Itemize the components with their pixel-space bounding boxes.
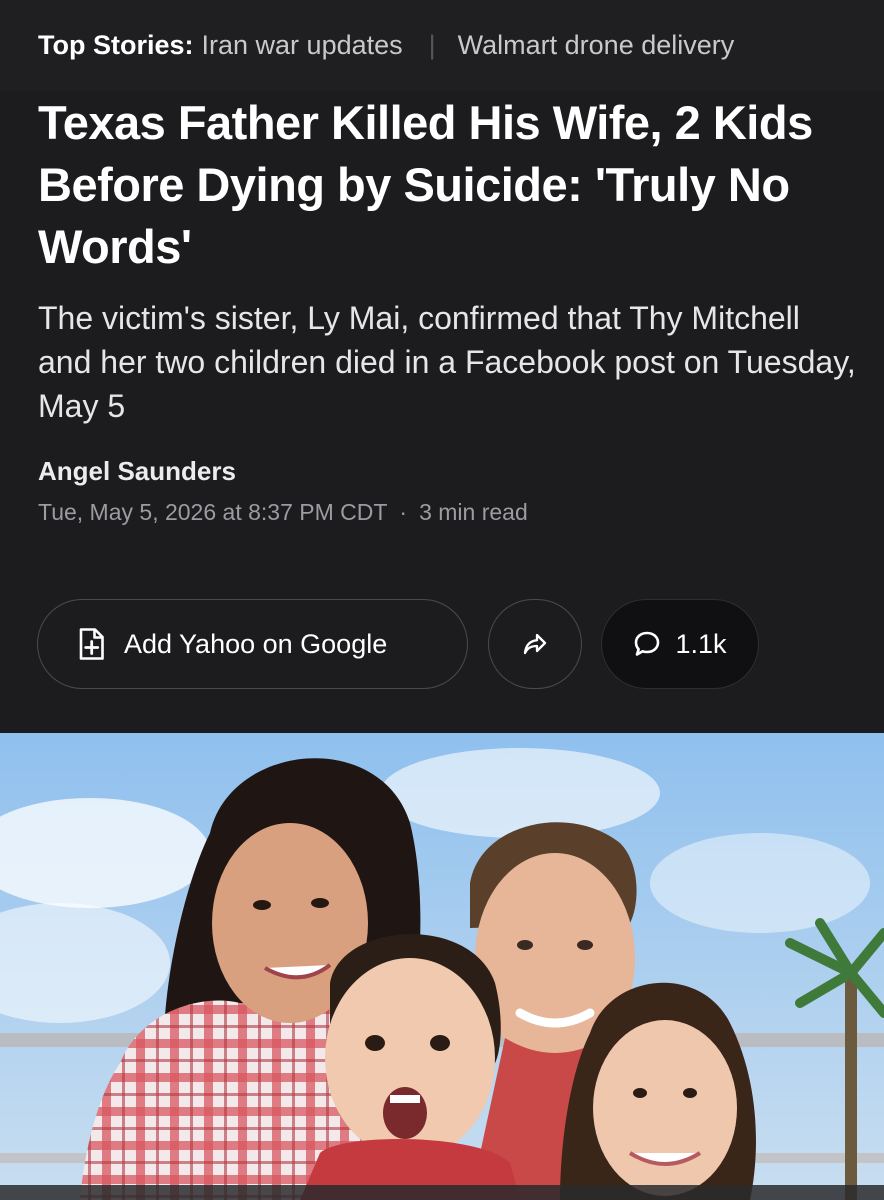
author-name[interactable]: Angel Saunders: [38, 456, 858, 487]
top-story-link[interactable]: Iran war updates: [202, 30, 403, 61]
read-time: 3 min read: [419, 499, 528, 525]
scroll-fade: [764, 0, 884, 90]
article-headline: Texas Father Killed His Wife, 2 Kids Bef…: [38, 96, 813, 273]
add-yahoo-label: Add Yahoo on Google: [124, 628, 388, 659]
article-meta: Tue, May 5, 2026 at 8:37 PM CDT · 3 min re…: [38, 499, 858, 526]
comments-button[interactable]: 1.1k: [601, 599, 759, 689]
add-yahoo-on-google-button[interactable]: Add Yahoo on Google: [37, 599, 468, 689]
share-arrow-icon: [523, 633, 547, 655]
article-header: Texas Father Killed His Wife, 2 Kids Bef…: [38, 92, 858, 526]
add-document-icon: [78, 628, 104, 660]
share-button[interactable]: [488, 599, 582, 689]
comment-count: 1.1k: [675, 628, 727, 659]
publish-date: Tue, May 5, 2026 at 8:37 PM CDT: [38, 499, 388, 525]
article-subhead: The victim's sister, Ly Mai, confirmed t…: [38, 300, 856, 424]
top-stories-bar: Top Stories: Iran war updates | Walmart …: [0, 0, 884, 90]
article-hero-photo: [0, 733, 884, 1200]
action-bar: Add Yahoo on Google 1.1k: [37, 599, 759, 689]
divider: |: [428, 29, 436, 60]
comment-bubble-icon: [633, 630, 661, 658]
top-story-link[interactable]: Walmart drone delivery: [458, 30, 735, 61]
meta-separator: ·: [399, 499, 408, 525]
top-stories-label: Top Stories:: [38, 29, 194, 60]
